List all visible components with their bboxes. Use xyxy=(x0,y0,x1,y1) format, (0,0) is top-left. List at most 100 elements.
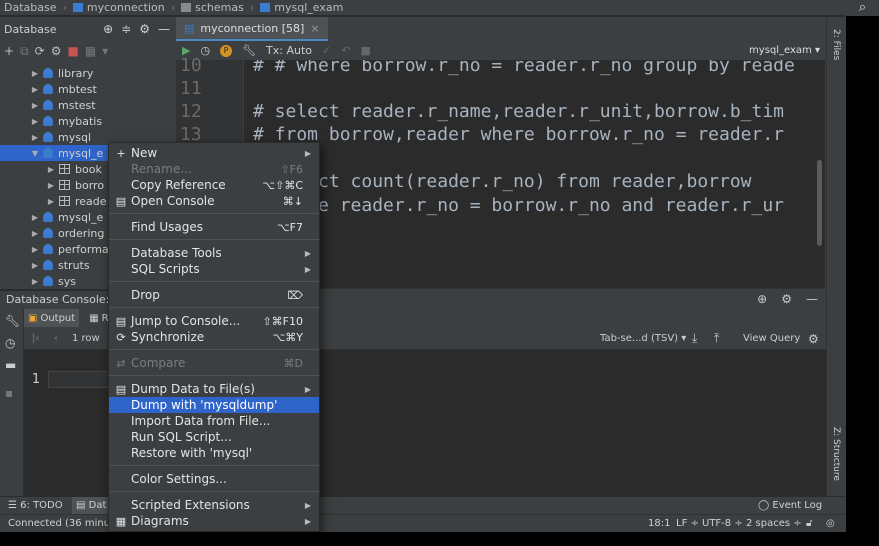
menu-item-open-console[interactable]: ▤ Open Console ⌘↓ xyxy=(109,193,319,209)
split-icon[interactable]: ≑ xyxy=(121,22,131,36)
menu-item-dump-with-mysqldump[interactable]: Dump with 'mysqldump' xyxy=(109,397,319,413)
line-separator-select[interactable]: LF ÷ xyxy=(676,518,699,529)
breadcrumb-item-database[interactable]: Database xyxy=(0,1,61,14)
stop-icon[interactable]: ■ xyxy=(360,44,370,57)
code-line[interactable]: # # where borrow.r_no = reader.r_no grou… xyxy=(253,60,795,78)
gear-icon[interactable]: ⚙ xyxy=(781,292,792,306)
tree-schema-row[interactable]: ▶ mstest xyxy=(0,97,176,113)
menu-item-run-sql-script[interactable]: Run SQL Script... xyxy=(109,429,319,445)
format-select[interactable]: Tab-se...d (TSV) ▾ xyxy=(600,333,686,344)
indent-select[interactable]: 2 spaces ÷ xyxy=(746,518,802,529)
menu-item-database-tools[interactable]: Database Tools ▶ xyxy=(109,245,319,261)
editor-scrollbar[interactable] xyxy=(817,160,822,246)
menu-item-scripted-extensions[interactable]: Scripted Extensions ▶ xyxy=(109,497,319,513)
code-line[interactable]: where reader.r_no = borrow.r_no and read… xyxy=(253,194,784,218)
collapsed-arrow-icon[interactable]: ▶ xyxy=(46,197,56,206)
collapsed-arrow-icon[interactable]: ▶ xyxy=(46,181,56,190)
collapsed-arrow-icon[interactable]: ▶ xyxy=(30,85,40,94)
collapsed-arrow-icon[interactable]: ▶ xyxy=(30,101,40,110)
menu-item-find-usages[interactable]: Find Usages ⌥F7 xyxy=(109,219,319,235)
collapsed-arrow-icon[interactable]: ▶ xyxy=(30,69,40,78)
code-line[interactable]: # select reader.r_name,reader.r_unit,bor… xyxy=(253,100,784,124)
menu-item-compare[interactable]: ⇄ Compare ⌘D xyxy=(109,355,319,371)
lock-icon[interactable]: 🔓︎ xyxy=(806,518,812,529)
menu-item-dump-data-to-file-s[interactable]: ▤ Dump Data to File(s) ▶ xyxy=(109,381,319,397)
copy-icon[interactable]: ⧉ xyxy=(20,44,29,59)
minimize-icon[interactable]: — xyxy=(806,292,818,306)
menu-item-color-settings[interactable]: Color Settings... xyxy=(109,471,319,487)
collapsed-arrow-icon[interactable]: ▶ xyxy=(30,117,40,126)
collapsed-arrow-icon[interactable]: ▶ xyxy=(30,213,40,222)
tree-schema-row[interactable]: ▶ mybatis xyxy=(0,113,176,129)
event-log-tab[interactable]: ◯ Event Log xyxy=(758,500,822,511)
add-icon[interactable]: + xyxy=(4,44,14,58)
menu-item-drop[interactable]: Drop ⌦ xyxy=(109,287,319,303)
globe-icon[interactable]: ⊕ xyxy=(757,292,767,306)
menu-item-sql-scripts[interactable]: SQL Scripts ▶ xyxy=(109,261,319,277)
caret-position[interactable]: 18:1 xyxy=(648,518,670,529)
import-icon[interactable]: ⤒ xyxy=(714,331,719,346)
sync-settings-icon[interactable]: ⚙ xyxy=(51,44,62,58)
grid-icon: ▦ xyxy=(89,312,99,324)
wrench-icon[interactable]: 🔧︎ xyxy=(5,314,20,328)
menu-item-import-data-from-file[interactable]: Import Data from File... xyxy=(109,413,319,429)
menu-item-rename[interactable]: Rename... ⇧F6 xyxy=(109,161,319,177)
breadcrumb-item-connection[interactable]: myconnection xyxy=(69,1,169,14)
inspector-icon[interactable]: ◎ xyxy=(826,518,835,529)
code-line[interactable]: select count(reader.r_no) from reader,bo… xyxy=(253,170,752,194)
close-icon[interactable]: × xyxy=(310,22,319,35)
menu-item-new[interactable]: + New ▶ xyxy=(109,145,319,161)
code-editor[interactable]: # # where borrow.r_no = reader.r_no grou… xyxy=(245,60,825,288)
collapsed-arrow-icon[interactable]: ▶ xyxy=(30,229,40,238)
table-view-icon[interactable]: ▦ xyxy=(85,44,96,58)
stop-icon[interactable]: ■ xyxy=(67,44,78,58)
tab-output[interactable]: ▣ Output xyxy=(24,309,80,327)
menu-item-copy-reference[interactable]: Copy Reference ⌥⇧⌘C xyxy=(109,177,319,193)
collapsed-arrow-icon[interactable]: ▶ xyxy=(30,245,40,254)
files-tool-tab[interactable]: 2: Files xyxy=(831,29,841,60)
gear-icon[interactable]: ⚙ xyxy=(808,332,819,346)
rollback-icon[interactable]: ↶ xyxy=(341,44,350,57)
tab-myconnection[interactable]: ▤ myconnection [58] × xyxy=(176,17,328,41)
settings-icon[interactable]: 🔧︎ xyxy=(242,44,256,57)
minimize-icon[interactable]: — xyxy=(158,22,170,36)
menu-item-label: Find Usages xyxy=(131,220,204,234)
search-icon[interactable]: ⌕ xyxy=(846,0,879,16)
structure-tool-tab[interactable]: Z: Structure xyxy=(831,427,841,481)
clock-icon[interactable]: ◷ xyxy=(5,336,15,350)
database-console-tab[interactable]: ▤ Dat xyxy=(72,497,111,514)
table-icon xyxy=(59,196,70,206)
first-page-icon[interactable]: |‹ xyxy=(32,333,39,344)
editor-toolbar: ▶ ◷ P 🔧︎ Tx: Auto ✓ ↶ ■ mysql_exam ▾ xyxy=(176,41,846,60)
breadcrumb-item-schemas[interactable]: schemas xyxy=(177,1,248,14)
code-line[interactable]: # from borrow,reader where borrow.r_no =… xyxy=(253,123,784,147)
collapsed-arrow-icon[interactable]: ▶ xyxy=(30,261,40,270)
expanded-arrow-icon[interactable]: ▼ xyxy=(30,149,40,158)
menu-item-restore-with-mysql[interactable]: Restore with 'mysql' xyxy=(109,445,319,461)
todo-tab[interactable]: ☰ 6: TODO xyxy=(8,500,63,511)
view-query-button[interactable]: View Query xyxy=(743,333,800,344)
panel-icon[interactable]: ▪ xyxy=(5,386,13,400)
globe-icon[interactable]: ⊕ xyxy=(103,22,113,36)
menu-item-diagrams[interactable]: ▦ Diagrams ▶ xyxy=(109,513,319,529)
db-tab-label: Dat xyxy=(88,500,107,511)
encoding-select[interactable]: UTF-8 ÷ xyxy=(702,518,743,529)
refresh-icon[interactable]: ⟳ xyxy=(35,44,45,58)
export-icon[interactable]: ⤓ xyxy=(692,331,697,346)
tree-schema-row[interactable]: ▶ library xyxy=(0,65,176,81)
prev-page-icon[interactable]: ‹ xyxy=(54,333,58,344)
layout-icon[interactable]: ▬ xyxy=(5,358,16,372)
menu-item-synchronize[interactable]: ⟳ Synchronize ⌥⌘Y xyxy=(109,329,319,345)
transaction-mode-select[interactable]: Tx: Auto xyxy=(266,44,312,57)
tree-schema-row[interactable]: ▶ mbtest xyxy=(0,81,176,97)
collapsed-arrow-icon[interactable]: ▶ xyxy=(30,277,40,286)
filter-icon[interactable]: ▾ xyxy=(102,44,108,58)
right-tool-strip: 2: Files Z: Structure xyxy=(826,17,846,496)
commit-icon[interactable]: ✓ xyxy=(322,44,331,57)
menu-item-jump-to-console[interactable]: ▤ Jump to Console... ⇧⌘F10 xyxy=(109,313,319,329)
tree-item-label: book xyxy=(75,162,102,176)
gear-icon[interactable]: ⚙ xyxy=(139,22,150,36)
collapsed-arrow-icon[interactable]: ▶ xyxy=(30,133,40,142)
breadcrumb-item-schema[interactable]: mysql_exam xyxy=(256,1,347,14)
collapsed-arrow-icon[interactable]: ▶ xyxy=(46,165,56,174)
